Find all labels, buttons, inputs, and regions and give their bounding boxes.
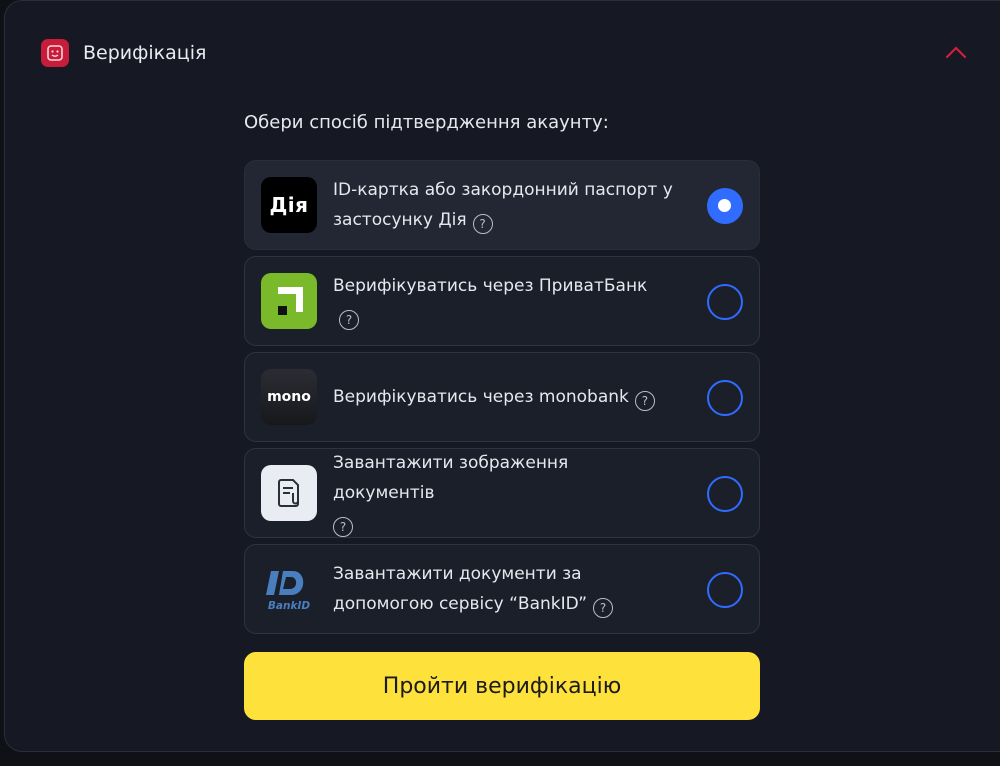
option-diia-radio[interactable] [707, 188, 743, 224]
diia-logo: Дія [261, 177, 317, 233]
document-upload-icon [261, 465, 317, 521]
option-label: Верифікуватись через monobank? [333, 382, 673, 412]
option-label: Завантажити документи за допомогою серві… [333, 559, 673, 619]
bankid-logo-text: BankID [268, 600, 310, 612]
section-header[interactable]: Верифікація [41, 37, 206, 69]
help-icon[interactable]: ? [593, 598, 614, 618]
option-diia[interactable]: Дія ID-картка або закордонний паспорт у … [244, 160, 760, 250]
option-monobank-text: Верифікуватись через monobank [333, 387, 629, 407]
help-icon[interactable]: ? [339, 310, 359, 330]
option-label: ID-картка або закордонний паспорт у заст… [333, 175, 673, 235]
option-monobank[interactable]: mono Верифікуватись через monobank? [244, 352, 760, 442]
bankid-logo: BankID [261, 561, 317, 617]
collapse-button[interactable] [941, 37, 971, 67]
section-title: Верифікація [83, 42, 207, 64]
help-icon[interactable]: ? [472, 214, 493, 234]
option-upload-documents[interactable]: Завантажити зображення документів? [244, 448, 760, 538]
option-bankid-radio[interactable] [707, 572, 743, 608]
start-verification-button[interactable]: Пройти верифікацію [244, 652, 760, 720]
option-diia-text: ID-картка або закордонний паспорт у заст… [333, 180, 673, 230]
choose-method-prompt: Обери спосіб підтвердження акаунту: [244, 112, 609, 133]
option-label: Верифікуватись через ПриватБанк? [333, 271, 673, 331]
option-monobank-radio[interactable] [707, 380, 743, 416]
option-label: Завантажити зображення документів? [333, 448, 673, 538]
option-upload-documents-radio[interactable] [707, 476, 743, 512]
option-privatbank[interactable]: Верифікуватись через ПриватБанк? [244, 256, 760, 346]
option-upload-documents-text: Завантажити зображення документів [333, 453, 569, 503]
option-bankid[interactable]: BankID Завантажити документи за допомого… [244, 544, 760, 634]
monobank-logo: mono [261, 369, 317, 425]
verification-options-list: Дія ID-картка або закордонний паспорт у … [244, 160, 760, 640]
option-privatbank-text: Верифікуватись через ПриватБанк [333, 276, 648, 296]
verification-badge-icon [41, 39, 69, 67]
privatbank-logo [261, 273, 317, 329]
option-bankid-text: Завантажити документи за допомогою серві… [333, 564, 588, 614]
chevron-up-icon [945, 46, 967, 59]
help-icon[interactable]: ? [634, 391, 655, 411]
option-privatbank-radio[interactable] [707, 284, 743, 320]
help-icon[interactable]: ? [333, 517, 353, 537]
